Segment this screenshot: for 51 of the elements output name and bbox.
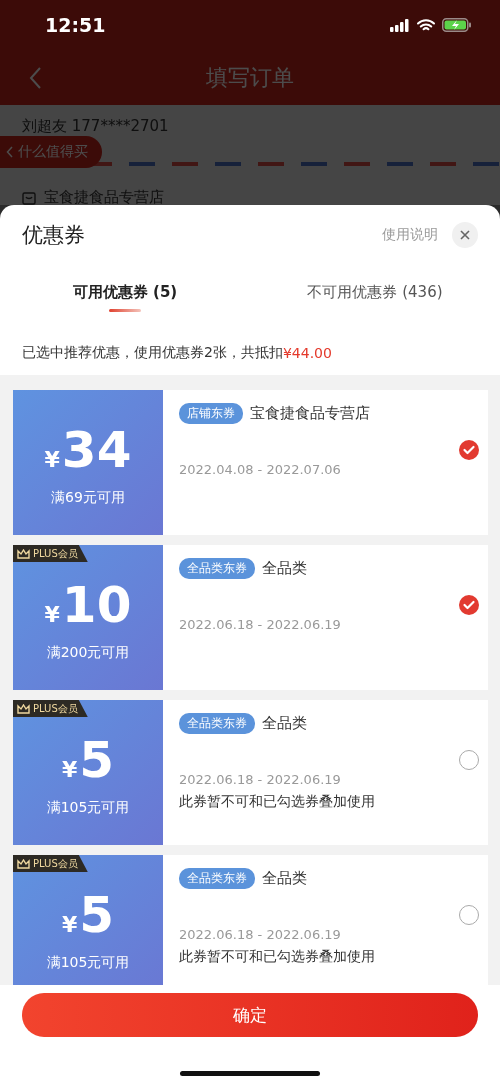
close-button[interactable]	[452, 222, 478, 248]
validity-dates: 2022.06.18 - 2022.06.19	[179, 927, 342, 942]
currency-sign: ¥	[44, 601, 60, 627]
coupon-note: 此券暂不可和已勾选券叠加使用	[179, 948, 376, 966]
currency-sign: ¥	[61, 756, 78, 782]
badge-label: PLUS会员	[33, 856, 78, 871]
unchecked-circle-icon[interactable]	[458, 904, 480, 926]
coupon-condition: 满69元可用	[51, 488, 125, 507]
coupon-amount: 34	[61, 424, 132, 475]
coupon-scope: 全品类	[262, 714, 307, 733]
coupon-scope: 全品类	[262, 869, 307, 888]
currency-sign: ¥	[61, 911, 78, 937]
coupon-type-tag: 全品类东券	[179, 868, 255, 889]
coupon-scope: 全品类	[262, 559, 307, 578]
currency-sign: ¥	[44, 446, 60, 472]
coupon-condition: 满105元可用	[46, 953, 130, 972]
clock: 12:51	[45, 14, 107, 36]
signal-icon	[390, 18, 410, 32]
unchecked-circle-icon[interactable]	[458, 749, 480, 771]
coupon-card[interactable]: ¥34 满69元可用 店铺东券 宝食捷食品专营店 2022.04.08 - 2022.07.06	[13, 390, 488, 535]
checked-icon[interactable]	[458, 594, 480, 616]
coupon-tab[interactable]: 可用优惠券 (5)	[72, 283, 178, 302]
coupon-type-tag: 全品类东券	[179, 558, 255, 579]
crown-icon	[17, 548, 30, 559]
coupon-card[interactable]: PLUS会员 ¥5 满105元可用 全品类东券 全品类 2022.06.18 - 2022.06.19 此券暂不可和已勾选券叠加使用	[13, 700, 488, 845]
coupon-card[interactable]: PLUS会员 ¥10 满200元可用 全品类东券 全品类 2022.06.18 - 2022.06.19	[13, 545, 488, 690]
wifi-icon	[417, 18, 435, 32]
checked-icon[interactable]	[458, 439, 480, 461]
coupon-note: 此券暂不可和已勾选券叠加使用	[179, 793, 376, 811]
coupon-amount: 5	[79, 889, 115, 940]
coupon-type-tag: 全品类东券	[179, 713, 255, 734]
discount-summary: 已选中推荐优惠，使用优惠券2张，共抵扣¥44.00	[21, 342, 333, 363]
close-icon	[459, 229, 471, 241]
validity-dates: 2022.06.18 - 2022.06.19	[179, 617, 342, 632]
sheet-title: 优惠券	[22, 222, 86, 249]
coupon-amount: 10	[61, 579, 132, 630]
coupon-condition: 满200元可用	[46, 643, 130, 662]
coupon-scope: 宝食捷食品专营店	[250, 404, 370, 423]
validity-dates: 2022.06.18 - 2022.06.19	[179, 772, 342, 787]
coupon-condition: 满105元可用	[46, 798, 130, 817]
page-title: 填写订单	[206, 64, 294, 92]
validity-dates: 2022.04.08 - 2022.07.06	[179, 462, 342, 477]
confirm-button[interactable]: 确定	[22, 993, 478, 1037]
battery-charging-icon	[442, 18, 472, 32]
coupon-type-tag: 店铺东券	[179, 403, 243, 424]
coupon-tab[interactable]: 不可用优惠券 (436)	[307, 283, 443, 302]
badge-label: PLUS会员	[33, 701, 78, 716]
badge-label: PLUS会员	[33, 546, 78, 561]
crown-icon	[17, 703, 30, 714]
coupon-amount: 5	[79, 734, 115, 785]
crown-icon	[17, 858, 30, 869]
